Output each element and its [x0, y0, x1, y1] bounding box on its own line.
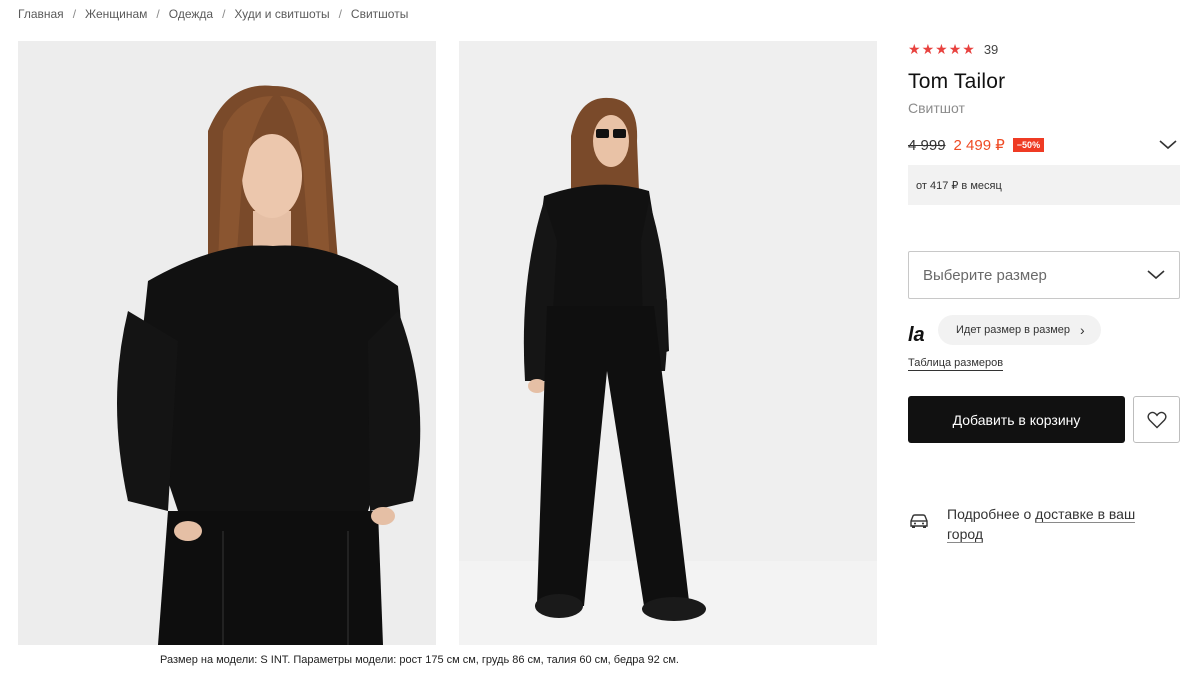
- breadcrumb-item-women[interactable]: Женщинам: [85, 7, 147, 21]
- cart-actions: Добавить в корзину: [908, 396, 1180, 443]
- price-details-toggle[interactable]: [1156, 135, 1180, 155]
- star-icon: ★: [921, 41, 935, 57]
- chevron-down-icon: [1159, 140, 1177, 150]
- size-select-placeholder: Выберите размер: [923, 266, 1047, 284]
- model-size-caption: Размер на модели: S INT. Параметры модел…: [160, 654, 679, 666]
- breadcrumb-separator: /: [156, 7, 160, 21]
- product-photo-secondary[interactable]: [459, 41, 877, 645]
- size-fit-button[interactable]: Идет размер в размер ›: [938, 315, 1101, 345]
- size-fit-row: la Идет размер в размер ›: [908, 315, 1180, 346]
- product-photo-fullbody-image: [459, 41, 877, 645]
- size-fit-label: Идет размер в размер: [956, 324, 1071, 336]
- breadcrumb-item-clothing[interactable]: Одежда: [169, 7, 213, 21]
- delivery-text: Подробнее о доставке в ваш город: [947, 504, 1167, 544]
- breadcrumb-item-sweatshirts[interactable]: Свитшоты: [351, 7, 408, 21]
- delivery-prefix: Подробнее о: [947, 506, 1036, 522]
- rating-stars: ★ ★ ★ ★ ★: [908, 42, 975, 56]
- star-icon: ★: [935, 41, 948, 57]
- breadcrumb-separator: /: [338, 7, 342, 21]
- product-brand[interactable]: Tom Tailor: [908, 70, 1180, 94]
- size-table-link[interactable]: Таблица размеров: [908, 357, 1004, 371]
- heart-icon: [1146, 411, 1167, 428]
- star-icon: ★: [908, 41, 921, 57]
- delivery-info: Подробнее о доставке в ваш город: [908, 504, 1180, 544]
- breadcrumb-item-home[interactable]: Главная: [18, 7, 64, 21]
- old-price: 4 999: [908, 136, 946, 154]
- star-icon: ★: [962, 41, 975, 57]
- la-logo: la: [908, 323, 925, 346]
- product-category: Свитшот: [908, 100, 965, 116]
- star-icon: ★: [948, 41, 962, 57]
- car-icon: [910, 514, 928, 528]
- current-price: 2 499 ₽: [953, 137, 1005, 154]
- breadcrumb-separator: /: [72, 7, 77, 21]
- chevron-down-icon: [1147, 270, 1165, 280]
- size-select[interactable]: Выберите размер: [908, 251, 1180, 299]
- breadcrumb-separator: /: [222, 7, 226, 21]
- installment-info[interactable]: от 417 ₽ в месяц: [908, 165, 1180, 205]
- product-info-panel: ★ ★ ★ ★ ★ 39 Tom Tailor Свитшот 4 999 2 …: [908, 40, 1180, 544]
- price-row: 4 999 2 499 ₽ −50%: [908, 135, 1180, 155]
- product-photo-closeup-image: [18, 41, 436, 645]
- breadcrumb: Главная / Женщинам / Одежда / Худи и сви…: [18, 7, 408, 21]
- product-photo-main[interactable]: [18, 41, 436, 645]
- add-to-cart-button[interactable]: Добавить в корзину: [908, 396, 1125, 443]
- product-rating[interactable]: ★ ★ ★ ★ ★ 39: [908, 40, 1180, 58]
- chevron-right-icon: ›: [1080, 322, 1085, 338]
- breadcrumb-item-hoodies[interactable]: Худи и свитшоты: [234, 7, 329, 21]
- discount-badge: −50%: [1012, 138, 1045, 152]
- add-to-favorites-button[interactable]: [1133, 396, 1180, 443]
- review-count[interactable]: 39: [984, 42, 998, 57]
